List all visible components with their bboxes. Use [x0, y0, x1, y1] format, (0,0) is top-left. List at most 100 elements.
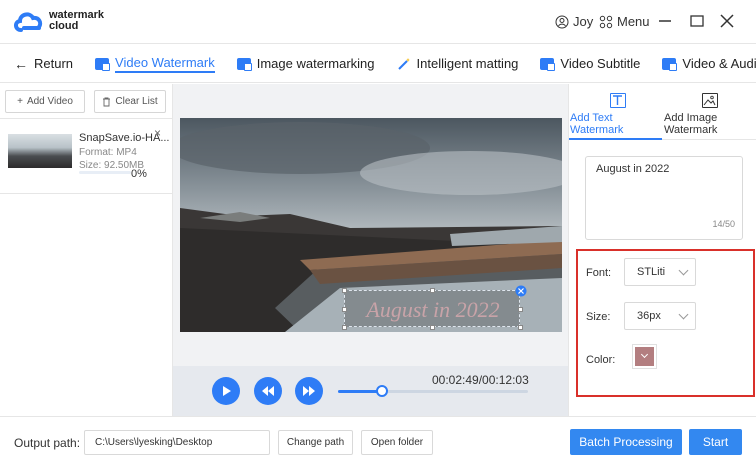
- watermark-settings-panel: Add Text Watermark Add Image Watermark A…: [568, 84, 756, 416]
- tab-video-subtitle[interactable]: Video Subtitle: [540, 45, 641, 82]
- watermark-selection-box[interactable]: August in 2022: [342, 285, 527, 330]
- fast-forward-icon: [303, 386, 315, 396]
- file-list-toolbar: + Add Video Clear List: [0, 84, 172, 119]
- menu-button[interactable]: Menu: [599, 14, 650, 29]
- tab-label: Add Text Watermark: [570, 112, 632, 136]
- mountain-glyph-icon: [703, 95, 716, 106]
- resize-handle[interactable]: [342, 307, 347, 312]
- list-item[interactable]: SnapSave.io-HA... × Format: MP4 Size: 92…: [0, 122, 173, 194]
- tab-text-label: Add Text Watermark: [570, 112, 624, 136]
- color-picker[interactable]: [632, 344, 657, 369]
- maximize-icon: [690, 15, 704, 27]
- character-count: 14/50: [712, 219, 735, 229]
- color-label: Color:: [586, 354, 616, 366]
- resize-handle[interactable]: [342, 288, 347, 293]
- tab-video-audio-separation[interactable]: Video & Audio Sepa: [662, 45, 756, 82]
- tab-add-image-watermark[interactable]: Add Image Watermark: [663, 84, 756, 140]
- cloud-logo-icon: [14, 12, 43, 32]
- file-list-panel: + Add Video Clear List SnapSave.io-HA...…: [0, 84, 173, 416]
- image-icon: [702, 93, 718, 108]
- preview-area: August in 2022 00:02:49/00:12:03: [173, 84, 568, 416]
- minimize-button[interactable]: [654, 10, 676, 32]
- text-style-settings: Font: STLiti Size: 36px Color:: [576, 249, 755, 397]
- subtitle-icon: [540, 57, 556, 71]
- font-select[interactable]: STLiti: [624, 258, 696, 286]
- rewind-button[interactable]: [254, 377, 282, 405]
- chevron-down-icon: [678, 309, 689, 320]
- tab-add-text-watermark[interactable]: Add Text Watermark: [569, 84, 662, 140]
- clear-list-button[interactable]: Clear List: [94, 90, 166, 113]
- user-icon: [555, 15, 569, 28]
- file-progress-text: 0%: [131, 168, 147, 180]
- image-watermark-icon: [236, 57, 252, 71]
- fast-forward-button[interactable]: [295, 377, 323, 405]
- font-value: STLiti: [637, 266, 666, 278]
- size-select[interactable]: 36px: [624, 302, 696, 330]
- minimize-icon: [659, 20, 671, 22]
- file-progress-bar: [79, 171, 131, 174]
- maximize-button[interactable]: [686, 10, 708, 32]
- output-bar: Output path: C:\Users\lyesking\Desktop C…: [0, 416, 756, 466]
- playback-time: 00:02:49/00:12:03: [432, 373, 529, 387]
- size-label: Size:: [586, 311, 611, 323]
- chevron-down-icon: [678, 265, 689, 276]
- return-button[interactable]: ← Return: [14, 45, 74, 82]
- tab-label: Add Image Watermark: [664, 112, 726, 136]
- plus-icon: +: [17, 96, 23, 107]
- clear-list-label: Clear List: [115, 96, 158, 107]
- video-watermark-icon: [95, 57, 111, 71]
- tab-label: Video & Audio Sepa: [682, 56, 756, 71]
- user-account[interactable]: Joy: [555, 14, 593, 29]
- add-video-button[interactable]: + Add Video: [5, 90, 85, 113]
- close-button[interactable]: [716, 10, 738, 32]
- tab-image-watermarking[interactable]: Image watermarking: [236, 45, 375, 82]
- tool-tabs: ← Return Video Watermark Image watermark…: [0, 45, 756, 83]
- close-icon: [720, 14, 734, 28]
- t-glyph-icon: [613, 95, 622, 105]
- size-value: 36px: [637, 310, 661, 322]
- open-folder-button[interactable]: Open folder: [361, 430, 433, 455]
- video-preview[interactable]: August in 2022: [180, 118, 562, 332]
- seek-handle[interactable]: [375, 385, 388, 397]
- tab-intelligent-matting[interactable]: Intelligent matting: [397, 45, 519, 82]
- menu-label: Menu: [617, 14, 650, 29]
- resize-handle[interactable]: [342, 325, 347, 330]
- watermark-type-tabs: Add Text Watermark Add Image Watermark: [569, 84, 756, 140]
- tab-label: Image watermarking: [256, 56, 375, 71]
- change-path-button[interactable]: Change path: [278, 430, 353, 455]
- seek-bar[interactable]: [338, 385, 528, 397]
- resize-handle[interactable]: [430, 288, 435, 293]
- batch-processing-button[interactable]: Batch Processing: [570, 429, 682, 455]
- resize-handle[interactable]: [430, 325, 435, 330]
- color-swatch: [635, 347, 654, 366]
- add-video-label: Add Video: [26, 96, 73, 107]
- title-bar: watermark cloud Joy Menu: [0, 0, 756, 44]
- output-path-field[interactable]: C:\Users\lyesking\Desktop: [84, 430, 270, 455]
- resize-handle[interactable]: [518, 307, 523, 312]
- magic-wand-icon: [397, 57, 410, 70]
- watermark-text-input[interactable]: August in 2022 14/50: [585, 156, 743, 240]
- video-thumbnail: [8, 134, 72, 168]
- app-window: watermark cloud Joy Menu ← Return Video …: [0, 0, 756, 466]
- play-icon: [223, 386, 231, 396]
- output-path-label: Output path:: [14, 436, 81, 450]
- start-button[interactable]: Start: [689, 429, 742, 455]
- remove-file-icon[interactable]: ×: [154, 126, 161, 140]
- grid-menu-icon: [599, 15, 613, 28]
- tab-label: Intelligent matting: [416, 56, 519, 71]
- tab-image-label: Add Image Watermark: [664, 112, 718, 136]
- tab-label: Video Subtitle: [560, 56, 641, 71]
- watermark-text-preview: August in 2022: [366, 296, 500, 322]
- trash-icon: [103, 97, 111, 106]
- return-label: Return: [34, 56, 74, 71]
- tab-video-watermark[interactable]: Video Watermark: [95, 45, 215, 82]
- rewind-icon: [262, 386, 274, 396]
- watermark-text-value: August in 2022: [596, 163, 670, 175]
- delete-watermark-icon[interactable]: [515, 285, 527, 297]
- resize-handle[interactable]: [518, 325, 523, 330]
- play-button[interactable]: [212, 377, 240, 405]
- app-logo-text: watermark cloud: [49, 10, 104, 32]
- logo-line2: cloud: [49, 20, 79, 32]
- text-t-icon: [610, 93, 626, 108]
- audio-separation-icon: [662, 57, 678, 71]
